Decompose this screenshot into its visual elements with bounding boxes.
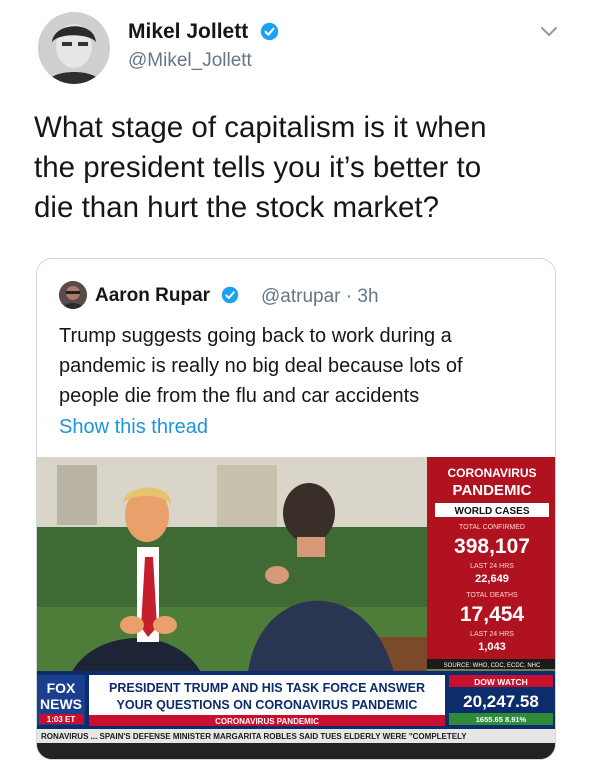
panel-title-2: PANDEMIC	[453, 482, 532, 499]
tweet-text: What stage of capitalism is it when the …	[34, 108, 564, 228]
total-deaths-value: 17,454	[460, 603, 525, 626]
author-avatar[interactable]	[38, 12, 110, 84]
author-handle[interactable]: @Mikel_Jollett	[128, 50, 252, 72]
last24-deaths-value: 1,043	[478, 641, 506, 653]
world-cases-label: WORLD CASES	[455, 506, 530, 517]
dow-value: 20,247.58	[463, 692, 539, 711]
dow-label: DOW WATCH	[474, 677, 528, 687]
headline-line2: YOUR QUESTIONS ON CORONAVIRUS PANDEMIC	[117, 698, 418, 712]
total-deaths-label: TOTAL DEATHS	[466, 592, 518, 599]
author-name[interactable]: Mikel Jollett	[128, 20, 279, 44]
fox-logo-line2: NEWS	[40, 696, 82, 712]
tweet-text-line: the president tells you it’s better to	[34, 151, 482, 184]
fox-logo-line1: FOX	[47, 680, 76, 696]
quoted-tweet-text: Trump suggests going back to work during…	[59, 321, 539, 411]
author-name-text: Mikel Jollett	[128, 20, 249, 43]
last24-label-2: LAST 24 HRS	[470, 631, 514, 638]
tweet: Mikel Jollett @Mikel_Jollett What stage …	[0, 0, 591, 765]
panel-title-1: CORONAVIRUS	[447, 466, 536, 480]
dow-change: 1655.65 8.91%	[476, 715, 527, 724]
verified-badge-icon	[260, 22, 279, 41]
video-frame: CORONAVIRUS PANDEMIC WORLD CASES TOTAL C…	[37, 457, 555, 759]
last24-label-1: LAST 24 HRS	[470, 563, 514, 570]
quoted-author-name: Aaron Rupar	[95, 285, 239, 307]
news-crawl: RONAVIRUS ... SPAIN'S DEFENSE MINISTER M…	[41, 732, 467, 741]
video-player[interactable]: CORONAVIRUS PANDEMIC WORLD CASES TOTAL C…	[37, 457, 555, 759]
quoted-text-line: pandemic is really no big deal because l…	[59, 355, 463, 377]
tweet-text-line: What stage of capitalism is it when	[34, 111, 487, 144]
headline-line1: PRESIDENT TRUMP AND HIS TASK FORCE ANSWE…	[109, 681, 425, 695]
tweet-text-line: die than hurt the stock market?	[34, 191, 440, 224]
last24-confirmed-value: 22,649	[475, 573, 509, 585]
quoted-author-handle: @atrupar · 3h	[261, 286, 379, 307]
source-label: SOURCE: WHO, CDC, ECDC, NHC	[444, 663, 541, 669]
quoted-author-name-text: Aaron Rupar	[95, 285, 211, 306]
quoted-author-avatar	[59, 281, 87, 309]
quoted-tweet[interactable]: Aaron Rupar @atrupar · 3h Trump suggests…	[36, 258, 556, 760]
total-confirmed-value: 398,107	[454, 535, 530, 558]
air-time: 1:03 ET	[47, 715, 76, 724]
show-thread-link[interactable]: Show this thread	[59, 416, 208, 439]
quoted-text-line: Trump suggests going back to work during…	[59, 325, 452, 347]
quoted-text-line: people die from the flu and car accident…	[59, 385, 420, 407]
verified-badge-icon	[222, 286, 239, 304]
chevron-down-icon[interactable]	[540, 26, 558, 38]
subheadline: CORONAVIRUS PANDEMIC	[215, 717, 319, 726]
total-confirmed-label: TOTAL CONFIRMED	[459, 524, 525, 531]
